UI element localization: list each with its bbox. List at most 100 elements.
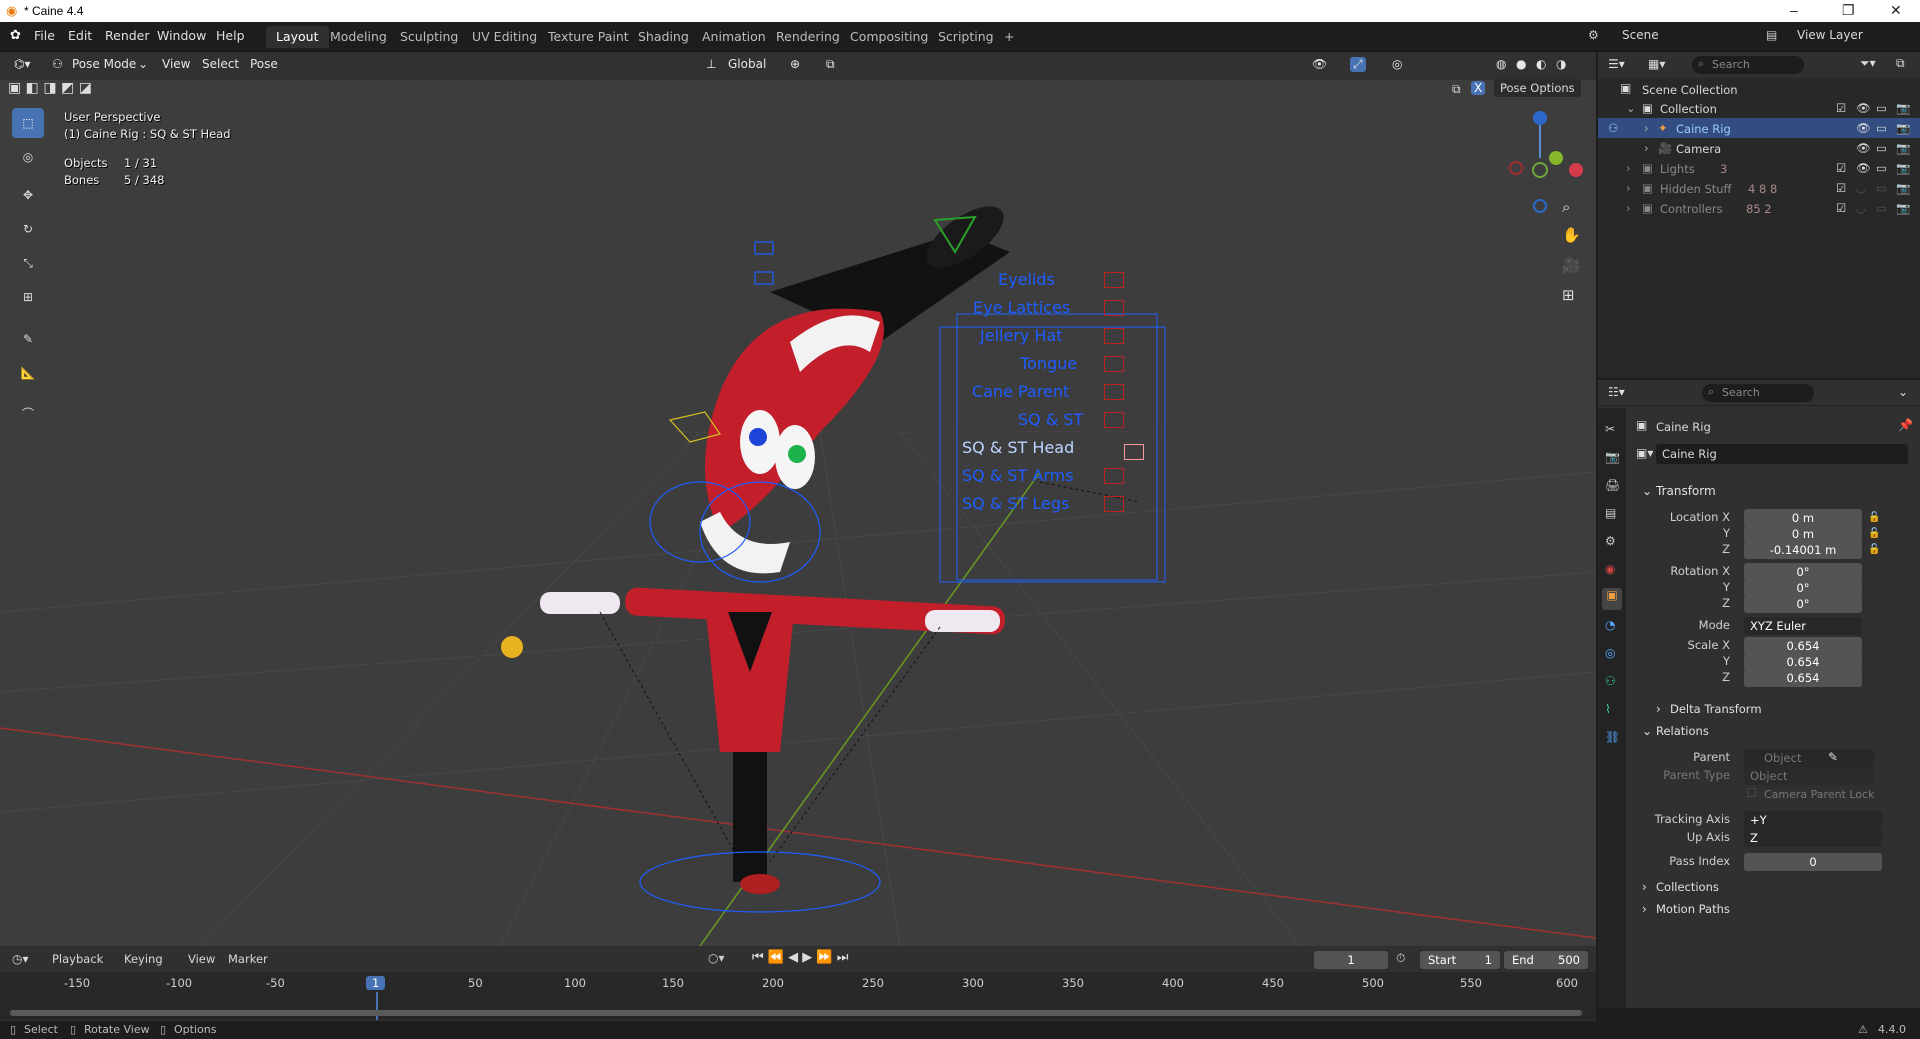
render-camera-icon[interactable]: 📷 [1896, 201, 1910, 215]
ctrl-box-1[interactable] [1104, 272, 1124, 288]
rotate-tool[interactable]: ↻ [12, 214, 44, 244]
tab-animation[interactable]: Animation [692, 26, 776, 48]
render-tab-icon[interactable]: 📷 [1605, 450, 1620, 464]
object-data-tab-icon[interactable]: ⚇ [1605, 674, 1616, 688]
motion-paths-section-toggle[interactable]: › [1642, 902, 1647, 916]
rotation-mode-dropdown[interactable]: XYZ Euler [1744, 617, 1862, 635]
menu-select[interactable]: Select [202, 57, 239, 71]
cursor-tool[interactable]: ◎ [12, 142, 44, 172]
outliner-row-hidden-stuff[interactable]: › ▣ Hidden Stuff 4 8 8 ☑ ◡ ▭ 📷 [1598, 178, 1920, 198]
eye-icon[interactable]: 👁 [1856, 101, 1871, 115]
viewport-toggle-icon[interactable]: ▭ [1876, 181, 1887, 195]
display-mode-icon[interactable]: ▦▾ [1648, 57, 1665, 71]
ctrl-box-6[interactable] [1104, 412, 1124, 428]
render-camera-icon[interactable]: 📷 [1896, 161, 1910, 175]
scale-tool[interactable]: ⤡ [12, 248, 44, 278]
outliner-row-collection[interactable]: ⌄ ▣ Collection ☑ 👁 ▭ 📷 [1598, 98, 1920, 118]
constraint-tab-icon[interactable]: ⛓ [1605, 730, 1620, 744]
tab-shading[interactable]: Shading [628, 26, 699, 48]
mode-selector[interactable]: Pose Mode [72, 57, 136, 71]
collections-section-toggle[interactable]: › [1642, 880, 1647, 894]
timeline-editor-icon[interactable]: ◷▾ [12, 952, 29, 966]
relax-tool[interactable]: ⌒ [12, 398, 44, 428]
shading-wireframe-icon[interactable]: ◍ [1496, 57, 1506, 71]
render-camera-icon[interactable]: 📷 [1896, 141, 1910, 155]
close-button[interactable]: ✕ [1890, 2, 1902, 19]
caine-character[interactable] [501, 195, 1013, 894]
viewport-toggle-icon[interactable]: ▭ [1876, 141, 1887, 155]
ctrl-tongue[interactable]: Tongue [1020, 354, 1077, 373]
tab-sculpting[interactable]: Sculpting [390, 26, 468, 48]
render-camera-icon[interactable]: 📷 [1896, 181, 1910, 195]
minimize-button[interactable]: – [1790, 2, 1798, 18]
select-box-tool[interactable]: ⬚ [12, 108, 44, 138]
shading-rendered-icon[interactable]: ◑ [1556, 57, 1566, 71]
parent-field[interactable]: Object [1744, 749, 1874, 767]
tab-scripting[interactable]: Scripting [928, 26, 1004, 48]
measure-tool[interactable]: 📐 [12, 358, 44, 388]
ctrl-sq-st-arms[interactable]: SQ & ST Arms [962, 466, 1074, 485]
ctrl-box-3[interactable] [1104, 328, 1124, 344]
eye-icon[interactable]: 👁 [1856, 121, 1871, 135]
viewport-toggle-icon[interactable]: ▭ [1876, 201, 1887, 215]
add-workspace-button[interactable]: + [994, 26, 1024, 48]
eyedropper-icon[interactable]: ✎ [1828, 750, 1838, 764]
expand-arrow-icon[interactable]: › [1626, 161, 1631, 175]
ctrl-sq-st-legs[interactable]: SQ & ST Legs [962, 494, 1069, 513]
menu-pose[interactable]: Pose [250, 57, 278, 71]
ctrl-jellery-hat[interactable]: Jellery Hat [980, 326, 1063, 345]
ctrl-cane-parent[interactable]: Cane Parent [972, 382, 1069, 401]
menu-help[interactable]: Help [216, 28, 245, 43]
timeline-view-menu[interactable]: View [188, 952, 215, 966]
outliner-row-camera[interactable]: › 🎥 Camera 👁 ▭ 📷 [1598, 138, 1920, 158]
ctrl-box-4[interactable] [1104, 356, 1124, 372]
camera-parent-lock-checkbox[interactable]: ☐ [1746, 786, 1757, 800]
overlays-icon[interactable]: ◎ [1392, 57, 1402, 71]
outliner-row-controllers[interactable]: › ▣ Controllers 85 2 ☑ ◡ ▭ 📷 [1598, 198, 1920, 218]
new-collection-icon[interactable]: ⧉ [1896, 56, 1905, 71]
ctrl-box-5[interactable] [1104, 384, 1124, 400]
y-axis-handle[interactable] [1549, 151, 1563, 165]
z-axis-handle[interactable] [1533, 111, 1547, 125]
preview-range-icon[interactable]: ⏱ [1396, 951, 1405, 966]
relations-section-toggle[interactable]: ⌄ [1642, 724, 1652, 738]
rotation-z-field[interactable]: 0° [1744, 595, 1862, 613]
end-frame-field[interactable]: End 500 [1504, 951, 1588, 969]
eye-closed-icon[interactable]: ◡ [1856, 201, 1866, 215]
lock-icons-column[interactable]: 🔓 🔓 🔓 [1868, 510, 1880, 558]
x-mirror-toggle[interactable]: X [1471, 81, 1486, 95]
tab-rendering[interactable]: Rendering [766, 26, 850, 48]
eye-icon[interactable]: 👁 [1856, 141, 1871, 155]
scene-collection-label[interactable]: Scene Collection [1642, 83, 1738, 97]
ctrl-box-7[interactable] [1124, 444, 1144, 460]
orientation-selector[interactable]: Global [728, 57, 766, 71]
pose-options-dropdown[interactable]: Pose Options [1494, 79, 1581, 97]
current-frame-field[interactable]: 1 [1314, 951, 1388, 969]
physics-tab-icon[interactable]: ◎ [1605, 646, 1615, 660]
menu-view[interactable]: View [162, 57, 190, 71]
tab-compositing[interactable]: Compositing [840, 26, 938, 48]
checkbox-icon[interactable]: ☑ [1836, 201, 1846, 215]
pivot-icon[interactable]: ⊕ [790, 57, 800, 71]
output-tab-icon[interactable]: 🖨 [1605, 478, 1620, 492]
tab-uv-editing[interactable]: UV Editing [462, 26, 547, 48]
visibility-icon[interactable]: 👁 [1312, 57, 1327, 71]
pan-hand-icon[interactable]: ✋ [1562, 226, 1581, 244]
menu-render[interactable]: Render [105, 28, 150, 43]
transform-section-title[interactable]: Transform [1656, 484, 1716, 498]
pass-index-field[interactable]: 0 [1744, 853, 1882, 871]
camera-view-icon[interactable]: 🎥 [1562, 256, 1581, 274]
editor-type-icon[interactable]: ⌬▾ [14, 57, 31, 71]
eye-closed-icon[interactable]: ◡ [1856, 181, 1866, 195]
ctrl-box-8[interactable] [1104, 468, 1124, 484]
annotate-tool[interactable]: ✎ [12, 324, 44, 354]
modifier-tab-icon[interactable]: ◔ [1605, 618, 1615, 632]
maximize-button[interactable]: ❐ [1842, 2, 1855, 19]
expand-arrow-icon[interactable]: › [1644, 141, 1649, 155]
tracking-axis-dropdown[interactable]: +Y [1744, 811, 1882, 829]
relations-section-title[interactable]: Relations [1656, 724, 1709, 738]
viewport-toggle-icon[interactable]: ▭ [1876, 101, 1887, 115]
object-datablock-icon[interactable]: ▣▾ [1636, 446, 1653, 460]
outliner-editor-icon[interactable]: ☰▾ [1608, 57, 1625, 71]
properties-search-input[interactable]: Search [1702, 384, 1814, 402]
